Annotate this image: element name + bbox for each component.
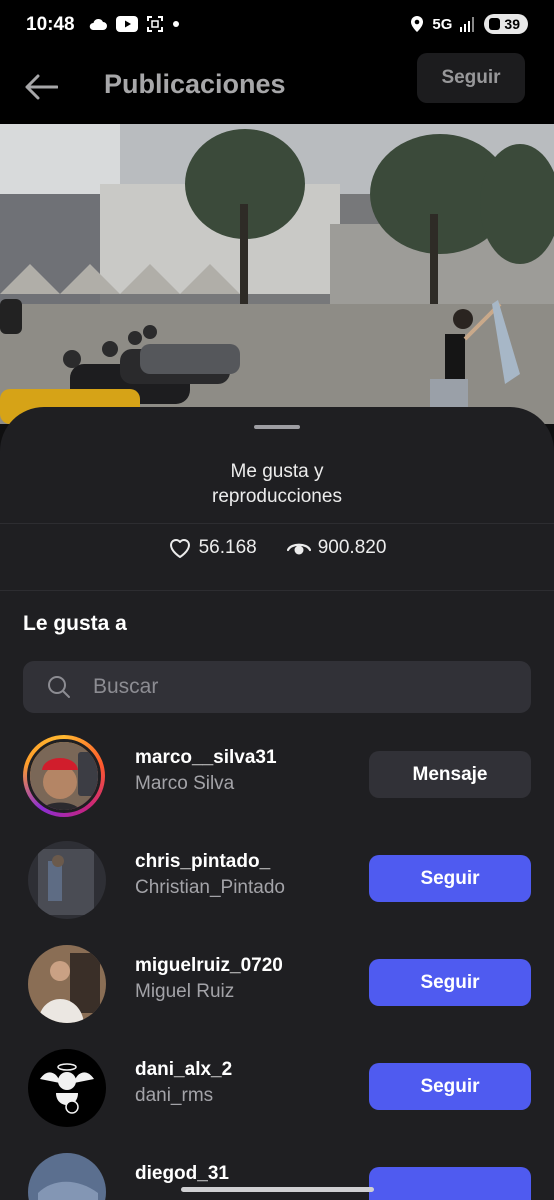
dot-icon [173, 21, 179, 27]
username[interactable]: miguelruiz_0720 [135, 955, 283, 977]
divider [0, 523, 554, 524]
user-row[interactable]: chris_pintado_ Christian_Pintado Seguir [0, 839, 554, 943]
full-name: dani_rms [135, 1085, 214, 1106]
avatar [27, 739, 101, 813]
post-photo-illustration [0, 124, 554, 424]
screen-capture-icon [147, 16, 163, 32]
sheet-title-line2: reproducciones [212, 486, 342, 507]
avatar-wrap[interactable] [23, 943, 106, 1025]
search-bar[interactable] [23, 661, 531, 713]
avatar-wrap[interactable] [23, 839, 106, 921]
page-title: Publicaciones [104, 69, 286, 99]
username[interactable]: marco__silva31 [135, 747, 277, 769]
full-name: Miguel Ruiz [135, 981, 235, 1002]
home-indicator[interactable] [181, 1187, 374, 1192]
follow-button[interactable]: Seguir [369, 959, 531, 1006]
username[interactable]: chris_pintado_ [135, 851, 270, 873]
full-name: Marco Silva [135, 773, 235, 794]
youtube-icon [116, 16, 138, 32]
status-bar: 10:48 5G 39 [0, 0, 554, 52]
avatar-wrap[interactable] [23, 1151, 106, 1200]
follow-button[interactable]: Seguir [369, 1063, 531, 1110]
follow-button-header[interactable]: Seguir [417, 53, 525, 103]
avatar-wrap[interactable] [23, 1047, 106, 1129]
sheet-title-line1: Me gusta y [230, 461, 324, 482]
avatar [28, 945, 106, 1023]
stats-row: 56.168 900.820 [0, 537, 554, 559]
username[interactable]: dani_alx_2 [135, 1059, 232, 1081]
message-button[interactable]: Mensaje [369, 751, 531, 798]
follow-button[interactable]: Seguir [369, 855, 531, 902]
divider [0, 590, 554, 591]
likes-stat: 56.168 [168, 537, 257, 559]
user-row[interactable]: miguelruiz_0720 Miguel Ruiz Seguir [0, 943, 554, 1047]
arrow-left-icon [25, 74, 58, 100]
heart-icon [169, 539, 190, 558]
views-stat: 900.820 [286, 537, 387, 559]
likes-sheet: Me gusta y reproducciones 56.168 900.820… [0, 407, 554, 1200]
avatar-story-ring[interactable] [23, 735, 105, 817]
avatar [28, 1153, 106, 1200]
likes-count: 56.168 [198, 537, 257, 558]
status-icons-right: 5G 39 [410, 14, 528, 34]
views-count: 900.820 [317, 537, 387, 558]
eye-icon [286, 543, 311, 555]
back-button[interactable] [22, 70, 60, 104]
status-time: 10:48 [26, 14, 75, 35]
location-icon [411, 16, 424, 32]
follow-button[interactable] [369, 1167, 531, 1200]
sheet-drag-handle[interactable] [254, 425, 300, 429]
signal-icon [460, 17, 475, 32]
post-image[interactable] [0, 124, 554, 424]
search-input[interactable] [93, 675, 493, 699]
status-icons-left [88, 15, 180, 33]
avatar [28, 1049, 106, 1127]
full-name: Christian_Pintado [135, 877, 285, 898]
network-label: 5G [432, 15, 453, 33]
user-row[interactable]: diegod_31 [0, 1151, 554, 1200]
section-title: Le gusta a [23, 612, 127, 635]
app-bar: Publicaciones Seguir [0, 52, 554, 124]
cloud-icon [89, 18, 107, 30]
username[interactable]: diegod_31 [135, 1163, 229, 1185]
user-row[interactable]: dani_alx_2 dani_rms Seguir [0, 1047, 554, 1151]
sheet-title: Me gusta y reproducciones [0, 459, 554, 509]
avatar [28, 841, 106, 919]
battery-indicator: 39 [484, 14, 528, 34]
user-row[interactable]: marco__silva31 Marco Silva Mensaje [0, 735, 554, 839]
search-icon [47, 675, 71, 699]
